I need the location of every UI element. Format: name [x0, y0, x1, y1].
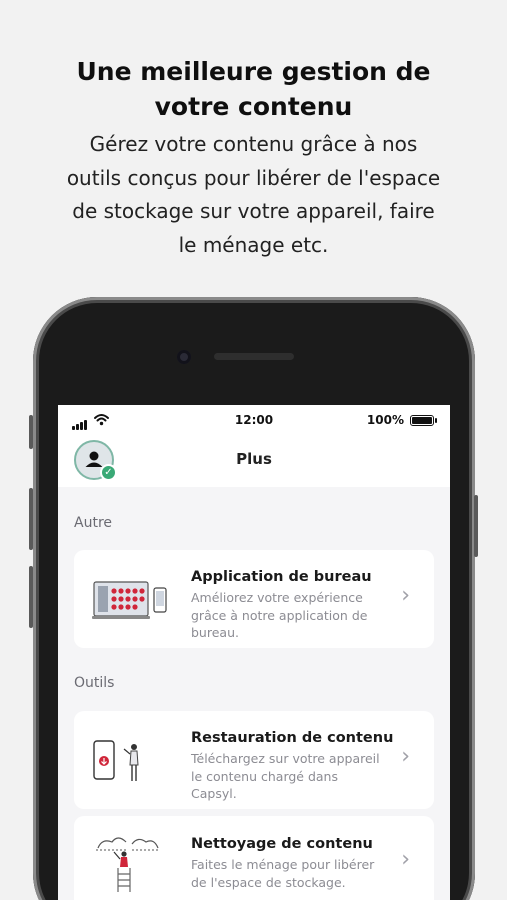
- phone-volume-up: [29, 488, 33, 550]
- phone-power-button: [474, 495, 478, 557]
- front-camera: [177, 350, 191, 364]
- phone-volume-down: [29, 566, 33, 628]
- headline-subtitle-line-4: le ménage etc.: [178, 232, 329, 257]
- desktop-app-illustration: [92, 581, 167, 619]
- content-restore-illustration: [93, 740, 139, 781]
- card-description-line-2: le contenu chargé dans: [191, 768, 338, 784]
- headline-title: Une meilleure gestion de votre contenu: [0, 54, 507, 124]
- headline-subtitle-line-3: de stockage sur votre appareil, faire: [72, 199, 435, 223]
- status-bar: 12:00 100%: [58, 405, 450, 433]
- section-label-autre: Autre: [74, 515, 113, 531]
- section-label-outils: Outils: [74, 675, 115, 691]
- card-description-line-2: grâce à notre application de: [191, 607, 368, 623]
- headline-subtitle-line-2: outils conçus pour libérer de l'espace: [66, 165, 441, 190]
- content-cleanup-illustration: [96, 837, 160, 892]
- card-description: Améliorez votre expérience grâce à notre…: [191, 589, 396, 642]
- battery-icon: [410, 415, 434, 426]
- card-restauration-de-contenu[interactable]: Restauration de contenu Téléchargez sur …: [74, 711, 434, 809]
- card-description-line-1: Faites le ménage pour libérer: [191, 857, 375, 872]
- battery-percentage: 100%: [366, 413, 404, 427]
- card-description-line-1: Téléchargez sur votre appareil: [191, 751, 380, 766]
- card-description: Téléchargez sur votre appareil le conten…: [191, 750, 396, 803]
- earpiece-speaker: [214, 353, 294, 360]
- card-nettoyage-de-contenu[interactable]: Nettoyage de contenu Faites le ménage po…: [74, 816, 434, 900]
- card-application-de-bureau[interactable]: Application de bureau Améliorez votre ex…: [74, 550, 434, 648]
- app-header: ✓ Plus: [58, 433, 450, 487]
- headline-title-line-1: Une meilleure gestion de: [76, 57, 431, 86]
- card-description-line-3: bureau.: [191, 625, 239, 640]
- card-title: Restauration de contenu: [191, 730, 394, 746]
- chevron-right-icon: ›: [401, 744, 410, 769]
- headline-title-line-2: votre contenu: [154, 92, 353, 121]
- card-description-line-3: Capsyl.: [191, 786, 237, 801]
- headline-subtitle: Gérez votre contenu grâce à nos outils c…: [0, 128, 507, 262]
- page-title: Plus: [236, 450, 272, 468]
- chevron-right-icon: ›: [401, 583, 410, 608]
- card-title: Nettoyage de contenu: [191, 836, 373, 852]
- phone-mute-switch: [29, 415, 33, 449]
- card-description: Faites le ménage pour libérer de l'espac…: [191, 856, 396, 891]
- phone-screen: 12:00 100% ✓ Plus Autre Application de b…: [58, 405, 450, 900]
- chevron-right-icon: ›: [401, 847, 410, 872]
- card-description-line-2: de l'espace de stockage.: [191, 874, 346, 890]
- battery-tip: [435, 418, 437, 423]
- card-title: Application de bureau: [191, 569, 372, 585]
- card-description-line-1: Améliorez votre expérience: [191, 590, 363, 605]
- headline-subtitle-line-1: Gérez votre contenu grâce à nos: [89, 132, 418, 156]
